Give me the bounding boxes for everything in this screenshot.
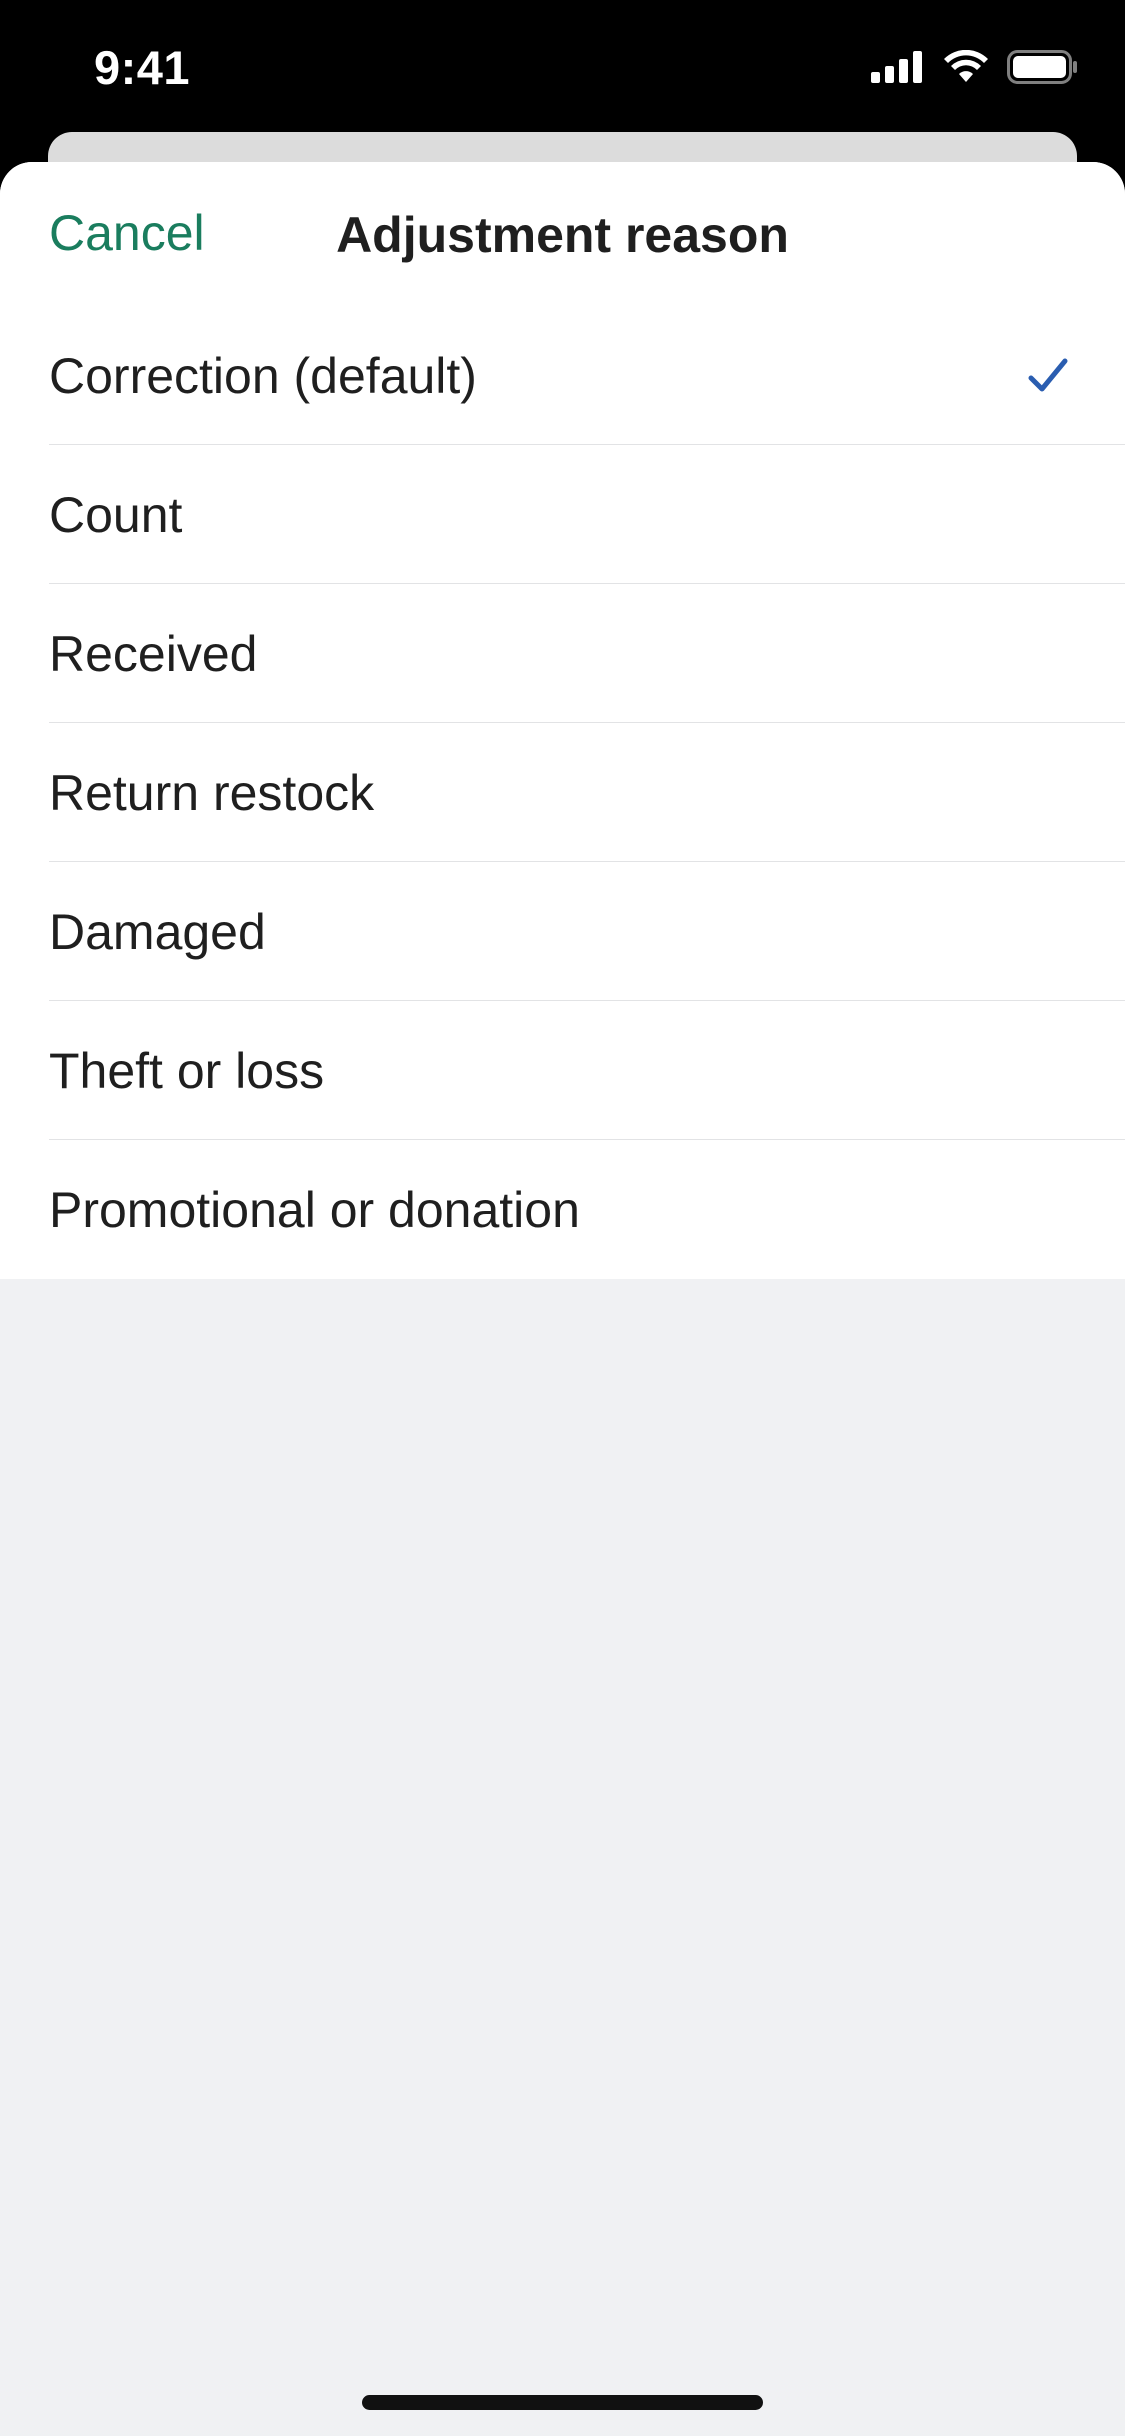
reason-option-label: Theft or loss (49, 1042, 325, 1099)
reason-option[interactable]: Promotional or donation (0, 1140, 1125, 1279)
screen: 9:41 Cancel Adjustment reason Correction… (0, 0, 1125, 2436)
reason-option-label: Return restock (49, 764, 375, 821)
reason-option-label: Damaged (49, 903, 266, 960)
reason-option-label: Promotional or donation (49, 1181, 580, 1238)
status-bar: 9:41 (0, 0, 1125, 132)
reason-option-list: Correction (default) Count Received Retu… (0, 306, 1125, 1279)
signal-icon (871, 51, 922, 83)
reason-option[interactable]: Theft or loss (0, 1001, 1125, 1140)
reason-option[interactable]: Correction (default) (0, 306, 1125, 445)
status-time: 9:41 (94, 41, 191, 94)
wifi-icon (944, 50, 988, 82)
reason-option[interactable]: Damaged (0, 862, 1125, 1001)
checkmark-icon (1028, 358, 1068, 391)
sheet-content: Cancel Adjustment reason Correction (def… (0, 162, 1125, 1279)
battery-icon (1007, 50, 1077, 84)
sheet-title: Adjustment reason (336, 207, 789, 263)
home-indicator (362, 2395, 763, 2410)
sheet-nav-bar: Cancel Adjustment reason (0, 162, 1125, 306)
status-icons (871, 50, 1079, 84)
reason-option-label: Correction (default) (49, 347, 477, 404)
adjustment-reason-sheet: Cancel Adjustment reason Correction (def… (0, 162, 1125, 2436)
reason-option[interactable]: Return restock (0, 723, 1125, 862)
reason-option-label: Count (49, 486, 183, 543)
reason-option-label: Received (49, 625, 258, 682)
reason-option[interactable]: Count (0, 445, 1125, 584)
reason-option[interactable]: Received (0, 584, 1125, 723)
